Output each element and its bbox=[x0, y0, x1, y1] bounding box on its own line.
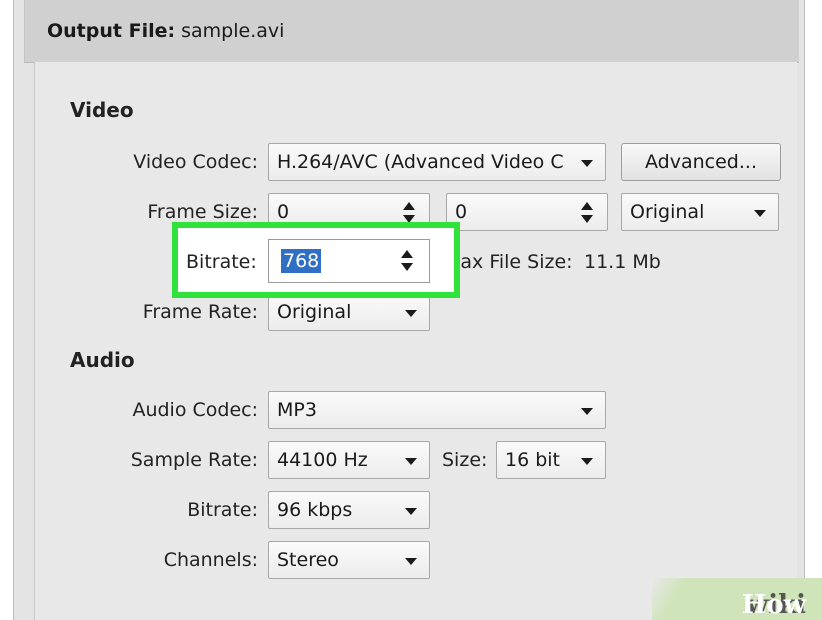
channels-label: Channels: bbox=[163, 549, 258, 571]
audio-bitrate-select[interactable]: 96 kbps bbox=[268, 491, 430, 529]
video-bitrate-input[interactable]: 768 bbox=[268, 239, 430, 283]
advanced-button[interactable]: Advanced... bbox=[621, 143, 781, 181]
chevron-down-icon bbox=[405, 508, 417, 515]
chevron-down-icon bbox=[405, 558, 417, 565]
chevron-down-icon bbox=[754, 210, 766, 217]
chevron-down-icon bbox=[405, 458, 417, 465]
spinner-icon[interactable] bbox=[401, 250, 413, 272]
sample-rate-select[interactable]: 44100 Hz bbox=[268, 441, 430, 479]
frame-rate-label: Frame Rate: bbox=[142, 301, 258, 323]
audio-section-title: Audio bbox=[70, 348, 135, 372]
channels-value: Stereo bbox=[277, 549, 339, 571]
frame-rate-value: Original bbox=[277, 301, 352, 323]
chevron-down-icon bbox=[581, 458, 593, 465]
audio-codec-value: MP3 bbox=[277, 399, 317, 421]
frame-rate-select[interactable]: Original bbox=[268, 293, 430, 331]
spinner-icon[interactable] bbox=[581, 202, 593, 224]
frame-height-stepper[interactable]: 0 bbox=[446, 193, 608, 231]
video-bitrate-value: 768 bbox=[281, 249, 322, 273]
frame-size-preset-select[interactable]: Original bbox=[621, 193, 779, 231]
video-codec-value: H.264/AVC (Advanced Video C bbox=[277, 151, 564, 173]
output-file-name: sample.avi bbox=[181, 20, 285, 42]
sample-rate-label: Sample Rate: bbox=[130, 449, 258, 471]
video-codec-label: Video Codec: bbox=[133, 151, 258, 173]
audio-codec-label: Audio Codec: bbox=[132, 399, 258, 421]
video-section-title: Video bbox=[70, 98, 134, 122]
sample-size-value: 16 bit bbox=[505, 449, 561, 471]
wikihow-watermark: wiki How bbox=[652, 578, 822, 620]
chevron-down-icon bbox=[581, 408, 593, 415]
max-file-size-label: Max File Size: bbox=[444, 251, 573, 273]
audio-codec-select[interactable]: MP3 bbox=[268, 391, 606, 429]
sample-rate-value: 44100 Hz bbox=[277, 449, 368, 471]
sample-size-label: Size: bbox=[442, 449, 488, 471]
frame-size-preset-value: Original bbox=[630, 201, 705, 223]
chevron-down-icon bbox=[405, 310, 417, 317]
watermark-how: How bbox=[741, 590, 806, 620]
max-file-size-value: 11.1 Mb bbox=[584, 251, 661, 273]
audio-bitrate-value: 96 kbps bbox=[277, 499, 353, 521]
spinner-icon[interactable] bbox=[403, 202, 415, 224]
frame-width-value: 0 bbox=[277, 201, 290, 223]
channels-select[interactable]: Stereo bbox=[268, 541, 430, 579]
frame-height-value: 0 bbox=[455, 201, 468, 223]
output-file-title: Output File: sample.avi bbox=[47, 20, 284, 42]
output-file-header: Output File: sample.avi bbox=[24, 0, 799, 63]
video-codec-select[interactable]: H.264/AVC (Advanced Video C bbox=[268, 143, 606, 181]
sample-size-select[interactable]: 16 bit bbox=[496, 441, 606, 479]
frame-size-label: Frame Size: bbox=[147, 201, 258, 223]
chevron-down-icon bbox=[581, 160, 593, 167]
video-bitrate-label: Bitrate: bbox=[186, 251, 257, 273]
output-file-label: Output File: bbox=[47, 20, 176, 42]
audio-bitrate-label: Bitrate: bbox=[187, 499, 258, 521]
